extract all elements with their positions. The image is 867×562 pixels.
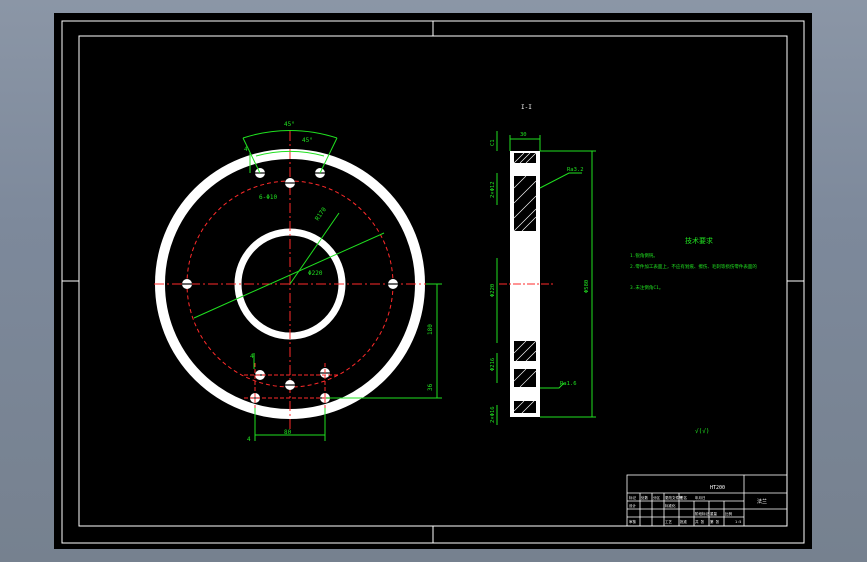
tb-row2: 设计	[629, 503, 637, 508]
dim-label-bl2: 4	[247, 436, 251, 443]
dim-angle-outer: 45°	[284, 121, 295, 128]
sec-left-top: 2×Φ12	[490, 181, 496, 198]
tb-scale: 1:5	[735, 520, 741, 524]
tb-row2: 比例	[725, 511, 733, 516]
outer-border	[61, 20, 805, 544]
sec-left-low: Φ216	[490, 358, 496, 371]
dim-label-bl: 4	[250, 353, 254, 360]
roughness-note: √(√)	[695, 428, 709, 435]
tech-note-3: 3.未注倒角C1。	[630, 284, 663, 291]
dim-angle-inner: 45°	[302, 137, 313, 144]
dim-pitch-v: 180	[427, 324, 434, 335]
plan-view: 45° 45° R170 Φ220 180 36 80 6-Φ10 4 4 4	[154, 121, 442, 443]
tech-title: 技术要求	[685, 236, 713, 245]
tb-cell: 标记	[629, 495, 637, 500]
tb-row3: 工艺	[665, 519, 673, 524]
hatch-bottom	[514, 401, 536, 413]
drawing-viewport[interactable]: 45° 45° R170 Φ220 180 36 80 6-Φ10 4 4 4 …	[54, 13, 812, 549]
sec-left-mid: Φ220	[490, 284, 496, 297]
sec-roughness-bottom: Ra1.6	[560, 381, 577, 387]
tb-row3: 第 张	[710, 519, 720, 524]
tb-material: HT200	[710, 485, 725, 491]
sec-right-overall: Φ580	[584, 280, 590, 293]
tb-row2: 重量	[710, 511, 718, 516]
section-label: I-I	[521, 104, 532, 111]
dim-hole-top: 6-Φ10	[259, 194, 277, 201]
dim-bore: Φ220	[308, 270, 323, 277]
drawing-canvas: 45° 45° R170 Φ220 180 36 80 6-Φ10 4 4 4 …	[61, 20, 805, 544]
sec-left-bottom: 2×Φ16	[490, 406, 496, 423]
tech-note-2: 2.零件加工表面上，不应有划痕、擦伤、毛刺等损伤零件表面的	[630, 263, 757, 270]
tech-notes: 技术要求 1.锐角倒钝。 2.零件加工表面上，不应有划痕、擦伤、毛刺等损伤零件表…	[630, 236, 757, 435]
tb-cell: 处数	[641, 495, 649, 500]
dim-pitch-small: 36	[427, 383, 434, 391]
dim-pitch-h: 80	[284, 429, 292, 436]
tb-cell: 年月日	[695, 495, 706, 500]
tb-row2: 标准化	[665, 503, 676, 508]
dim-radius: R170	[314, 206, 328, 222]
dim-label-tl: 4	[244, 146, 248, 153]
tech-note-1: 1.锐角倒钝。	[630, 252, 658, 259]
tb-row3: 共 张	[695, 519, 705, 524]
tb-row2: 阶段标记	[695, 511, 709, 516]
sec-roughness-top: Ra3.2	[567, 167, 584, 173]
tb-row3: 批准	[680, 519, 688, 524]
sec-top-width: 30	[520, 132, 527, 138]
sec-top-chamfer: C1	[490, 139, 496, 146]
section-view: I-I 30 C1 2×Φ12 Φ220 Φ216 2×Φ16 Φ580 Ra3…	[490, 104, 596, 425]
tb-cell: 签名	[680, 495, 687, 500]
tb-part-name: 法兰	[757, 498, 767, 505]
tb-cell: 分区	[653, 495, 661, 500]
centering-marks	[62, 21, 804, 543]
tb-row3: 审核	[629, 519, 637, 524]
